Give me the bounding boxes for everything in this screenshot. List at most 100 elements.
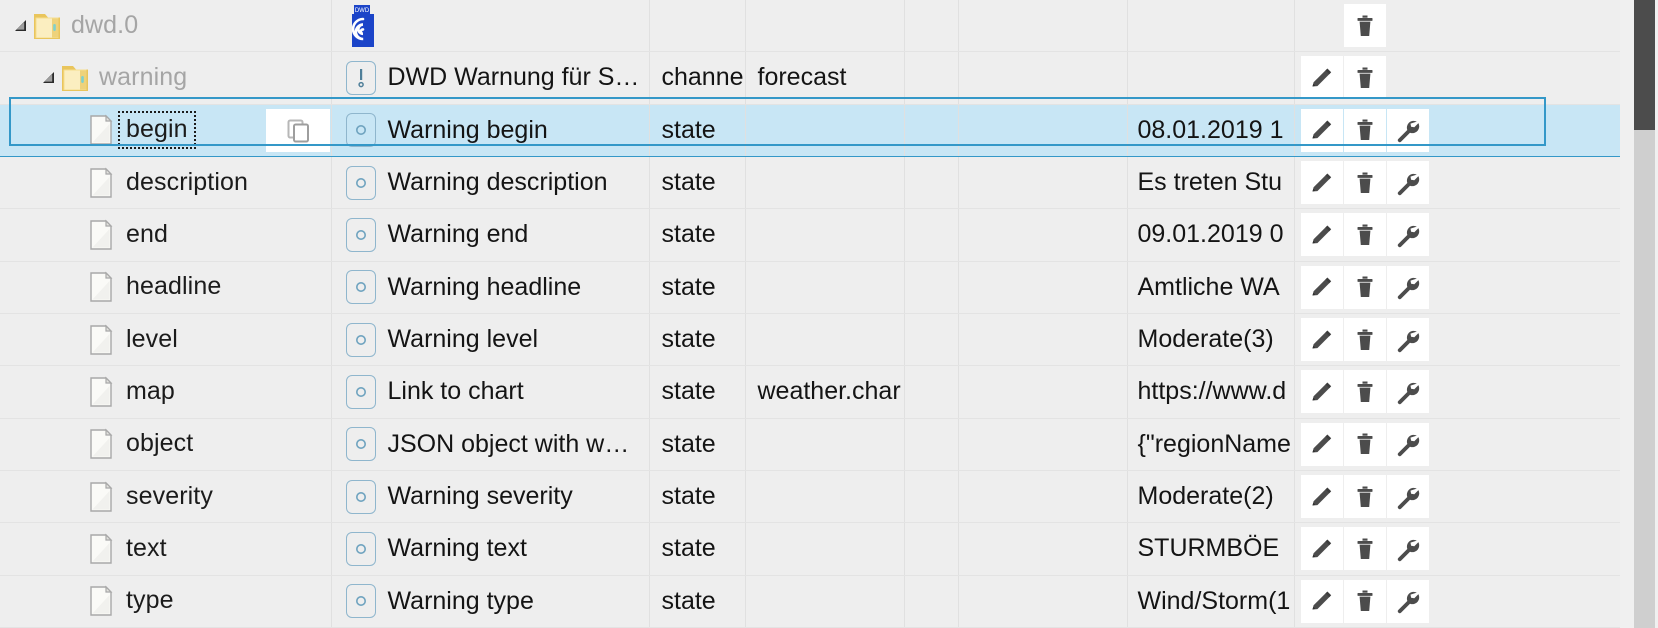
object-value-cell: https://www.d xyxy=(1127,365,1295,419)
table-row[interactable]: severity Warning severity state Moderate(2) xyxy=(0,470,1620,524)
object-name-cell[interactable]: object xyxy=(0,418,332,471)
file-icon xyxy=(88,428,114,460)
object-value-cell xyxy=(1127,0,1295,53)
object-name-label[interactable]: text xyxy=(120,532,173,566)
scrollbar-thumb[interactable] xyxy=(1634,0,1655,130)
object-name-cell[interactable]: text xyxy=(0,522,332,576)
delete-object-button[interactable] xyxy=(1343,213,1386,257)
object-settings-button[interactable] xyxy=(1386,265,1429,309)
object-name-label[interactable]: map xyxy=(120,375,181,409)
delete-object-button[interactable] xyxy=(1343,370,1386,414)
object-value-label: Amtliche WA xyxy=(1137,272,1280,301)
object-name-cell[interactable]: dwd.0 xyxy=(0,0,332,53)
object-function-label xyxy=(959,577,1127,626)
edit-object-button[interactable] xyxy=(1300,370,1343,414)
object-role-cell xyxy=(745,0,905,53)
expand-collapse-triangle-icon[interactable] xyxy=(10,18,32,34)
table-row[interactable]: object JSON object with w… state {"regionNa… xyxy=(0,418,1620,471)
object-name-label[interactable]: type xyxy=(120,584,180,618)
edit-object-button[interactable] xyxy=(1300,56,1343,100)
object-type-cell: channe xyxy=(649,51,746,105)
object-name-label[interactable]: end xyxy=(120,218,174,252)
delete-object-button[interactable] xyxy=(1343,56,1386,100)
delete-object-button[interactable] xyxy=(1343,318,1386,362)
object-settings-button[interactable] xyxy=(1386,213,1429,257)
edit-object-button[interactable] xyxy=(1300,422,1343,466)
object-type-cell: state xyxy=(649,208,746,262)
object-function-label xyxy=(959,106,1127,155)
object-function-cell xyxy=(958,261,1128,314)
object-name-cell[interactable]: severity xyxy=(0,470,332,524)
table-row[interactable]: map Link to chart state weather.char https:/… xyxy=(0,365,1620,419)
object-room-cell xyxy=(904,575,959,628)
edit-object-button[interactable] xyxy=(1300,265,1343,309)
edit-object-button[interactable] xyxy=(1300,318,1343,362)
object-name-cell[interactable]: map xyxy=(0,365,332,419)
object-settings-button[interactable] xyxy=(1386,318,1429,362)
edit-object-button[interactable] xyxy=(1300,213,1343,257)
table-row[interactable]: level Warning level state Moderate(3) xyxy=(0,313,1620,367)
delete-object-button[interactable] xyxy=(1343,4,1386,48)
vertical-scrollbar[interactable] xyxy=(1620,0,1658,628)
table-row[interactable]: text Warning text state STURMBÖE xyxy=(0,522,1620,576)
object-name-cell[interactable]: begin xyxy=(0,104,332,157)
object-name-label[interactable]: description xyxy=(120,166,254,200)
object-name-cell[interactable]: warning xyxy=(0,51,332,105)
table-row[interactable]: description Warning description state Es tr… xyxy=(0,156,1620,210)
object-type-cell: state xyxy=(649,156,746,210)
object-name-cell[interactable]: end xyxy=(0,208,332,262)
object-name-label[interactable]: level xyxy=(120,323,184,357)
object-role-label xyxy=(746,263,904,312)
delete-object-button[interactable] xyxy=(1343,161,1386,205)
edit-object-button[interactable] xyxy=(1300,475,1343,519)
table-row[interactable]: dwd.0 DWD xyxy=(0,0,1620,53)
delete-object-button[interactable] xyxy=(1343,475,1386,519)
object-type-label: state xyxy=(661,534,716,563)
edit-object-button[interactable] xyxy=(1300,579,1343,623)
object-name-label[interactable]: severity xyxy=(120,480,219,514)
action-slot-empty xyxy=(1301,4,1343,47)
object-name-cell[interactable]: level xyxy=(0,313,332,367)
object-name-label[interactable]: begin xyxy=(118,111,196,150)
object-room-cell xyxy=(904,470,959,524)
state-icon xyxy=(345,165,376,200)
delete-object-button[interactable] xyxy=(1343,265,1386,309)
object-name-cell[interactable]: description xyxy=(0,156,332,210)
object-settings-button[interactable] xyxy=(1386,579,1429,623)
delete-object-button[interactable] xyxy=(1343,422,1386,466)
table-row[interactable]: end Warning end state 09.01.2019 0 xyxy=(0,208,1620,262)
object-value-label: Moderate(2) xyxy=(1137,482,1274,511)
object-name-cell[interactable]: headline xyxy=(0,261,332,314)
object-value-cell xyxy=(1127,51,1295,105)
table-row[interactable]: begin Warning begin state 08.01.2019 1 xyxy=(0,104,1620,157)
object-function-cell xyxy=(958,575,1128,628)
object-name-label[interactable]: headline xyxy=(120,270,227,304)
delete-object-button[interactable] xyxy=(1343,579,1386,623)
row-actions-cell xyxy=(1294,470,1620,524)
object-settings-button[interactable] xyxy=(1386,422,1429,466)
object-settings-button[interactable] xyxy=(1386,108,1429,152)
object-settings-button[interactable] xyxy=(1386,527,1429,571)
object-title-label: JSON object with w… xyxy=(387,429,630,458)
table-row[interactable]: headline Warning headline state Amtliche WA xyxy=(0,261,1620,314)
edit-object-button[interactable] xyxy=(1300,527,1343,571)
delete-object-button[interactable] xyxy=(1343,108,1386,152)
edit-object-button[interactable] xyxy=(1300,108,1343,152)
object-room-label xyxy=(905,53,958,102)
edit-object-button[interactable] xyxy=(1300,161,1343,205)
state-icon xyxy=(345,374,376,409)
object-settings-button[interactable] xyxy=(1386,475,1429,519)
table-row[interactable]: type Warning type state Wind/Storm(1 xyxy=(0,575,1620,628)
object-name-label[interactable]: object xyxy=(120,427,199,461)
file-icon xyxy=(88,481,114,513)
object-role-label xyxy=(746,315,904,364)
copy-id-button[interactable] xyxy=(266,108,330,152)
object-settings-button[interactable] xyxy=(1386,370,1429,414)
object-name-cell[interactable]: type xyxy=(0,575,332,628)
object-title-cell: DWD xyxy=(331,0,650,53)
object-settings-button[interactable] xyxy=(1386,161,1429,205)
object-value-cell: Es treten Stu xyxy=(1127,156,1295,210)
table-row[interactable]: warning DWD Warnung für S… channe forecast xyxy=(0,51,1620,105)
expand-collapse-triangle-icon[interactable] xyxy=(38,70,60,86)
delete-object-button[interactable] xyxy=(1343,527,1386,571)
